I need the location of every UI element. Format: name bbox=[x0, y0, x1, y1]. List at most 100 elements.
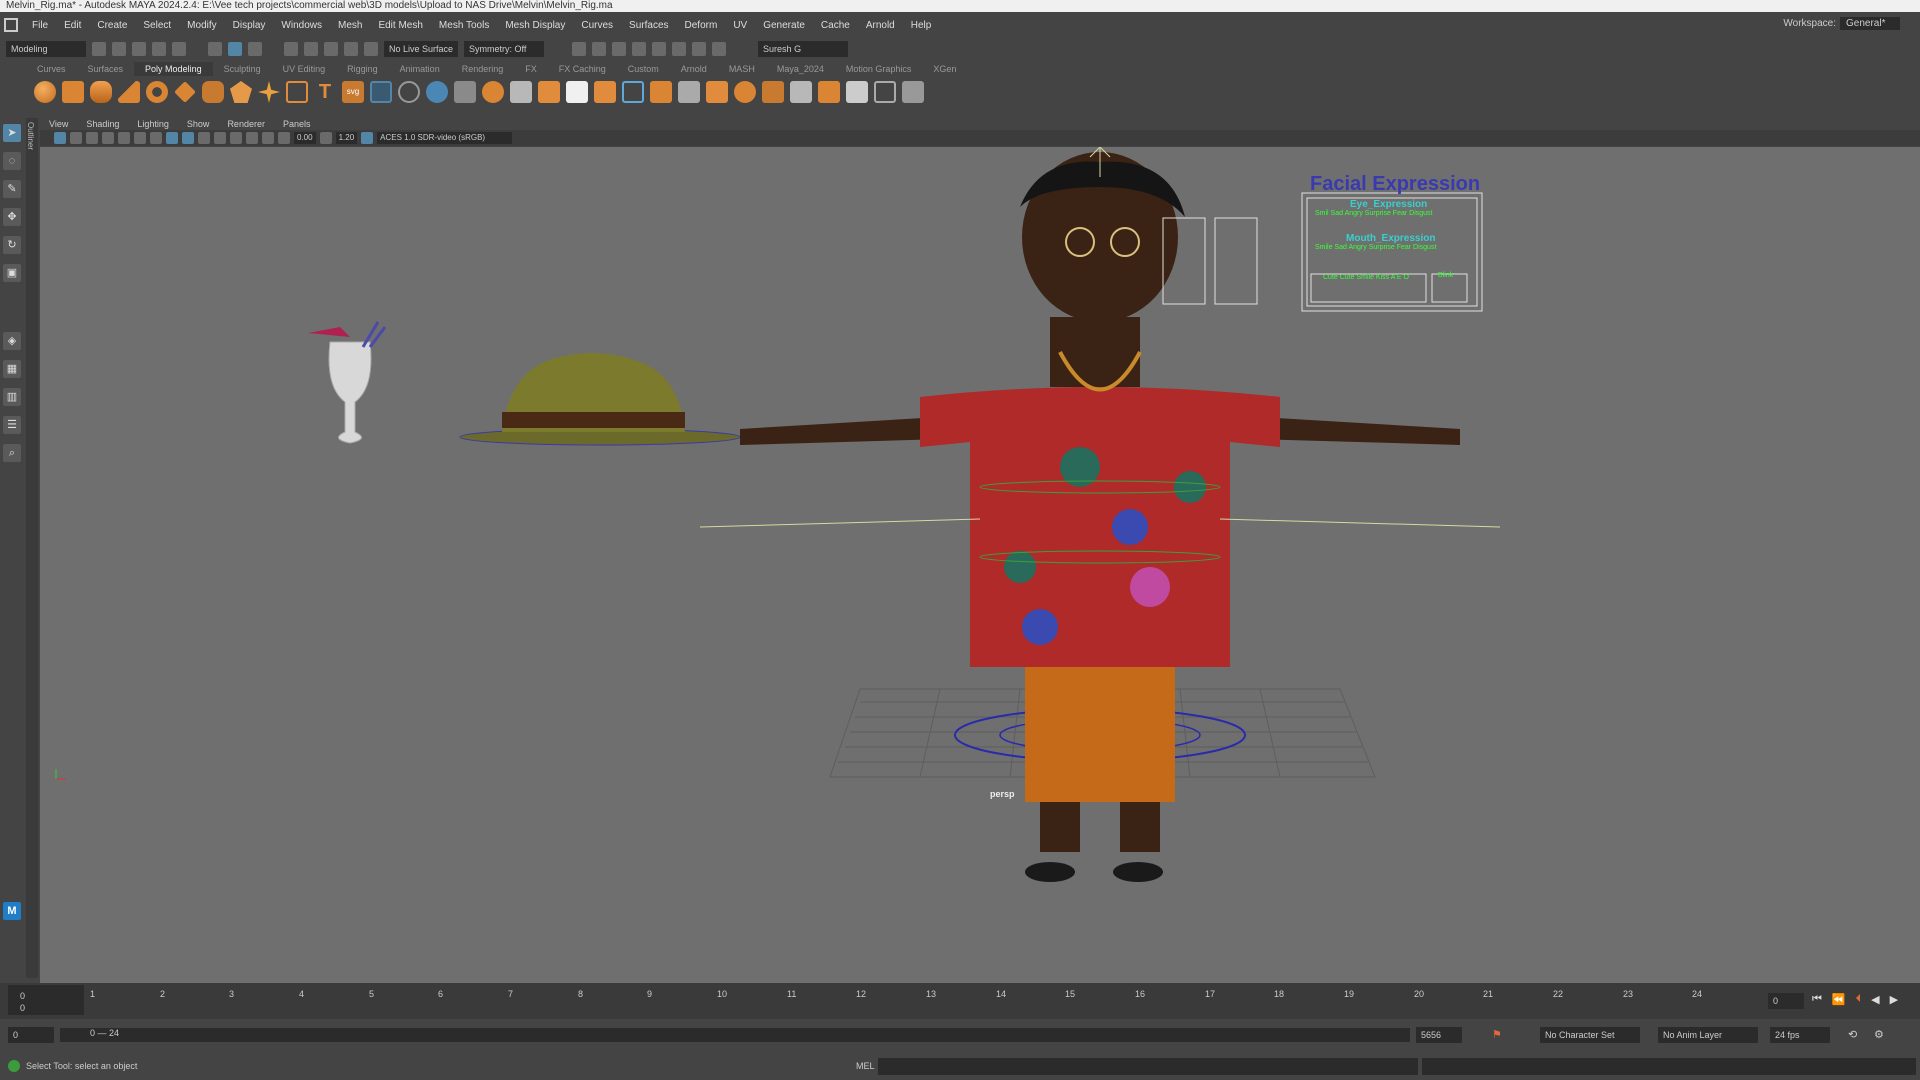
current-frame-field[interactable]: 0 bbox=[1768, 993, 1804, 1009]
tab-custom[interactable]: Custom bbox=[617, 62, 670, 76]
two-view-layout-icon[interactable]: ▥ bbox=[3, 388, 21, 406]
camera-attributes-icon[interactable] bbox=[70, 132, 82, 144]
menu-arnold[interactable]: Arnold bbox=[858, 20, 903, 31]
camera-select-icon[interactable] bbox=[54, 132, 66, 144]
four-view-layout-icon[interactable]: ▦ bbox=[3, 360, 21, 378]
cocktail-glass[interactable] bbox=[308, 321, 387, 444]
shadows-icon[interactable] bbox=[230, 132, 242, 144]
isolate-select-icon[interactable] bbox=[262, 132, 274, 144]
range-slider-bar[interactable]: 0 — 24 bbox=[60, 1028, 1410, 1042]
play-backward-icon[interactable]: ◀ bbox=[1871, 993, 1879, 1006]
combine-icon[interactable] bbox=[370, 81, 392, 103]
anim-prefs-icon[interactable]: ⚙ bbox=[1874, 1028, 1884, 1041]
arnold-render-icon[interactable] bbox=[692, 42, 707, 56]
ipr-render-icon[interactable] bbox=[612, 42, 627, 56]
move-tool-icon[interactable]: ✥ bbox=[3, 208, 21, 226]
gamma-field[interactable]: 1.20 bbox=[335, 132, 358, 144]
play-forward-icon[interactable]: ▶ bbox=[1890, 993, 1898, 1006]
xray-icon[interactable] bbox=[246, 132, 258, 144]
tab-arnold[interactable]: Arnold bbox=[670, 62, 718, 76]
type-tool-icon[interactable]: T bbox=[314, 81, 336, 103]
outliner-layout-icon[interactable]: ☰ bbox=[3, 416, 21, 434]
melvin-character[interactable] bbox=[740, 152, 1460, 882]
render-sequence-icon[interactable] bbox=[592, 42, 607, 56]
paint-select-icon[interactable]: ✎ bbox=[3, 180, 21, 198]
menu-file[interactable]: File bbox=[24, 20, 56, 31]
edge-loop-icon[interactable] bbox=[762, 81, 784, 103]
tab-fx[interactable]: FX bbox=[514, 62, 548, 76]
exposure-icon[interactable] bbox=[278, 132, 290, 144]
fps-dropdown[interactable]: 24 fps bbox=[1770, 1027, 1830, 1043]
film-gate-icon[interactable] bbox=[134, 132, 146, 144]
step-back-key-icon[interactable]: ⏴ bbox=[1856, 993, 1862, 1006]
search-icon[interactable]: ⌕ bbox=[3, 444, 21, 462]
poly-disc-icon[interactable] bbox=[202, 81, 224, 103]
single-perspective-icon[interactable]: ◈ bbox=[3, 332, 21, 350]
select-object-icon[interactable] bbox=[228, 42, 242, 56]
gamma-icon[interactable] bbox=[319, 132, 332, 144]
home-icon[interactable] bbox=[4, 18, 18, 32]
menu-deform[interactable]: Deform bbox=[677, 20, 726, 31]
fedora-hat[interactable] bbox=[459, 353, 741, 446]
soft-select-icon[interactable] bbox=[734, 81, 756, 103]
color-management-icon[interactable] bbox=[361, 132, 374, 144]
lights-icon[interactable] bbox=[214, 132, 226, 144]
menu-mesh-display[interactable]: Mesh Display bbox=[497, 20, 573, 31]
tab-uv-editing[interactable]: UV Editing bbox=[272, 62, 337, 76]
tab-curves[interactable]: Curves bbox=[26, 62, 77, 76]
insert-loop-icon[interactable] bbox=[790, 81, 812, 103]
select-component-icon[interactable] bbox=[248, 42, 262, 56]
menu-surfaces[interactable]: Surfaces bbox=[621, 20, 676, 31]
menu-modify[interactable]: Modify bbox=[179, 20, 224, 31]
rotate-tool-icon[interactable]: ↻ bbox=[3, 236, 21, 254]
render-frame-icon[interactable] bbox=[572, 42, 587, 56]
tab-rendering[interactable]: Rendering bbox=[451, 62, 515, 76]
mel-input[interactable] bbox=[878, 1058, 1418, 1075]
anim-layer-dropdown[interactable]: No Anim Layer bbox=[1658, 1027, 1758, 1043]
poly-sphere-icon[interactable] bbox=[34, 81, 56, 103]
wireframe-icon[interactable] bbox=[166, 132, 178, 144]
offset-loop-icon[interactable] bbox=[818, 81, 840, 103]
outliner-tab[interactable]: Outliner bbox=[26, 118, 38, 978]
menu-display[interactable]: Display bbox=[225, 20, 274, 31]
sculpt-brush-icon[interactable] bbox=[846, 81, 868, 103]
select-hierarchy-icon[interactable] bbox=[208, 42, 222, 56]
perspective-viewport[interactable]: Facial Expression Eye_Expression Smil Sa… bbox=[40, 147, 1920, 983]
smooth-icon[interactable] bbox=[454, 81, 476, 103]
mirror-icon[interactable] bbox=[426, 81, 448, 103]
tab-poly-modeling[interactable]: Poly Modeling bbox=[134, 62, 213, 76]
snap-surface-icon[interactable] bbox=[344, 42, 358, 56]
snap-point-icon[interactable] bbox=[324, 42, 338, 56]
extrude-icon[interactable] bbox=[538, 81, 560, 103]
uv-editor-icon[interactable] bbox=[874, 81, 896, 103]
account-dropdown[interactable]: Suresh G bbox=[758, 41, 849, 57]
boolean-icon[interactable] bbox=[482, 81, 504, 103]
lasso-tool-icon[interactable]: ◌ bbox=[3, 152, 21, 170]
tab-maya-2024[interactable]: Maya_2024 bbox=[766, 62, 835, 76]
target-weld-icon[interactable] bbox=[678, 81, 700, 103]
render-view-icon[interactable] bbox=[672, 42, 687, 56]
tab-xgen[interactable]: XGen bbox=[922, 62, 967, 76]
panel-menu-shading[interactable]: Shading bbox=[77, 117, 128, 131]
save-scene-icon[interactable] bbox=[132, 42, 146, 56]
character-set-dropdown[interactable]: No Character Set bbox=[1540, 1027, 1640, 1043]
select-tool-icon[interactable]: ➤ bbox=[3, 124, 21, 142]
fill-hole-icon[interactable] bbox=[594, 81, 616, 103]
textured-icon[interactable] bbox=[198, 132, 210, 144]
panel-menu-lighting[interactable]: Lighting bbox=[128, 117, 178, 131]
smooth-shade-icon[interactable] bbox=[182, 132, 194, 144]
quad-draw-icon[interactable] bbox=[706, 81, 728, 103]
bookmark-icon[interactable] bbox=[86, 132, 98, 144]
sweep-mesh-icon[interactable] bbox=[286, 81, 308, 103]
menu-generate[interactable]: Generate bbox=[755, 20, 813, 31]
panel-menu-panels[interactable]: Panels bbox=[274, 117, 320, 131]
workspace-dropdown[interactable]: General* bbox=[1840, 17, 1900, 30]
poly-torus-icon[interactable] bbox=[146, 81, 168, 103]
menu-uv[interactable]: UV bbox=[725, 20, 755, 31]
tab-fx-caching[interactable]: FX Caching bbox=[548, 62, 617, 76]
panel-menu-view[interactable]: View bbox=[40, 117, 77, 131]
tab-mash[interactable]: MASH bbox=[718, 62, 766, 76]
grid-toggle-icon[interactable] bbox=[118, 132, 130, 144]
bevel-icon[interactable] bbox=[566, 81, 588, 103]
step-back-icon[interactable]: ⏪ bbox=[1832, 993, 1846, 1006]
